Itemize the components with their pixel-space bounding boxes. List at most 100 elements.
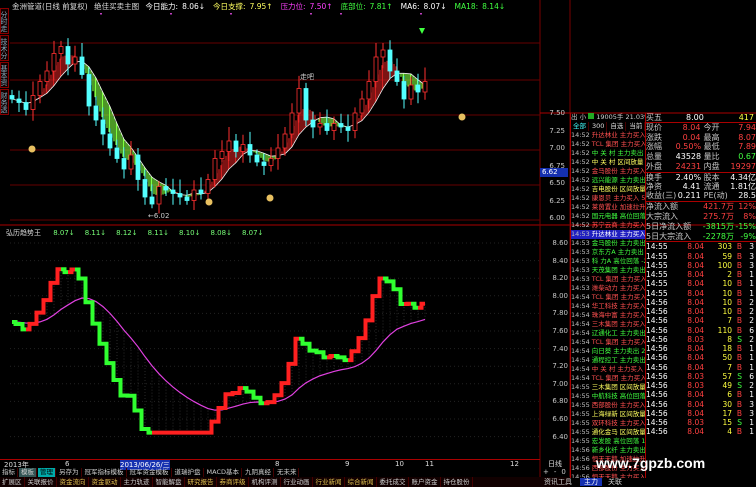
left-tab[interactable]: 财务透视	[0, 89, 9, 115]
alert-tab[interactable]: 当前	[627, 122, 645, 131]
indicator-tab[interactable]: 冠军资金模板	[128, 468, 172, 477]
alert-row[interactable]: 14:53TCL 集团主力买入2.40/	[571, 275, 645, 284]
alert-row[interactable]: 14:55宏发股高位回落1.67	[571, 437, 645, 446]
candle-body	[324, 123, 330, 131]
bottom-tab[interactable]: 行业新闻	[314, 477, 345, 487]
alert-row[interactable]: 14:54TCL 集团主力买入2.40/	[571, 338, 645, 347]
alert-row[interactable]: 14:53天茂集团主力卖出6.18/	[571, 266, 645, 275]
alert-row[interactable]: 14:54通程控工主力卖出4.60/	[571, 356, 645, 365]
alert-row[interactable]: 14:54华工科技主力买入5.17/	[571, 302, 645, 311]
trend-step-segment	[355, 336, 362, 354]
alert-row[interactable]: 14:52康恩贝主力买入5.53/	[571, 194, 645, 203]
alert-row[interactable]: 14:55双环科技主力买入4.44/	[571, 419, 645, 428]
indicator-tab[interactable]: 道瑞护盘	[173, 468, 204, 477]
flow-label: 5日净流入额	[646, 221, 692, 231]
alert-row[interactable]: 14:55上海绿新区间放量6.270	[571, 410, 645, 419]
bottom-tab[interactable]: 关联报价	[26, 477, 57, 487]
alert-row[interactable]: 14:52中 关 村主力卖出6.32/	[571, 149, 645, 158]
bottom-tab[interactable]: 资金流向	[58, 477, 89, 487]
bottom-tab[interactable]: 智能解盘	[154, 477, 185, 487]
trend-step-segment	[369, 294, 376, 323]
alert-row[interactable]: 14:52中 关 村区间放量1.833	[571, 158, 645, 167]
candle-body	[121, 158, 127, 170]
alert-row[interactable]: 14:53潍柴动力主力买入6.32/	[571, 284, 645, 293]
bottom-tab[interactable]: 机构评测	[250, 477, 281, 487]
zoom-button[interactable]: +	[543, 468, 549, 476]
bottom-right-tab[interactable]: 主力	[580, 478, 602, 486]
alert-tab[interactable]: 全部	[571, 122, 589, 131]
indicator-tab[interactable]: 冠军指标模板	[83, 468, 127, 477]
zoom-button[interactable]: -	[554, 468, 557, 476]
bottom-tab[interactable]: 券商评级	[218, 477, 249, 487]
flow-label: 大宗流入	[646, 211, 678, 221]
alert-row[interactable]: 14:53科 力A高位回落-2.55	[571, 257, 645, 266]
bottom-right-tab[interactable]: 资讯工具	[544, 478, 572, 486]
alert-row[interactable]: 14:54三木集团主力买入2.40/	[571, 320, 645, 329]
alert-row[interactable]: 14:55通化金马区间放量6.060	[571, 428, 645, 437]
alert-row[interactable]: 14:54中 关 村主力买入6.40/	[571, 365, 645, 374]
bottom-tab[interactable]: 主力轨迹	[122, 477, 153, 487]
zoom-button[interactable]: 0	[561, 468, 565, 476]
alert-row[interactable]: 14:54TCL 集团主力买入2.40/	[571, 374, 645, 383]
alert-tab[interactable]: 300	[590, 122, 608, 131]
tick-volume: 7	[727, 362, 732, 372]
text-annotation: 走吧	[300, 73, 314, 81]
bottom-right-tab[interactable]: 关联	[608, 478, 622, 486]
alert-type: 主力买入	[619, 311, 645, 319]
left-tab[interactable]: 技术分析	[0, 35, 9, 61]
alert-stock: 苏宁云商	[591, 221, 618, 229]
alert-row[interactable]: 14:55三木集团区间放量10.63	[571, 383, 645, 392]
quote-row: 收益(三) 0.211 PE(动) 28.5	[646, 191, 756, 201]
alert-row[interactable]: 14:52国元电器高位回落-2.09	[571, 212, 645, 221]
left-tab[interactable]: 基本资料	[0, 62, 9, 88]
alert-row[interactable]: 14:54辽通化工主力卖出3.64/	[571, 329, 645, 338]
alert-row[interactable]: 14:52金马股份主力买入6.65/	[571, 167, 645, 176]
indicator-tab[interactable]: 九阴真经	[243, 468, 274, 477]
bottom-tab[interactable]: 持仓股份	[442, 477, 473, 487]
alert-type: 高位回落	[613, 437, 640, 445]
alert-row[interactable]: 14:52莱茵置业加速拉升2.40/	[571, 203, 645, 212]
alert-tab[interactable]: 自选	[608, 122, 627, 131]
alert-row[interactable]: 14:54TCL 集团主力买入2.40/	[571, 293, 645, 302]
alert-row[interactable]: 14:53金马股份主力卖出4.87/	[571, 239, 645, 248]
indicator-tab[interactable]: 管理	[38, 468, 56, 477]
indicator-tab[interactable]: 另存为	[57, 468, 82, 477]
indicator-tab[interactable]: 指标	[0, 468, 18, 477]
alert-row[interactable]: 14:52远兴能源主力卖出2.80/	[571, 176, 645, 185]
alert-row[interactable]: 14:53升达林业主力买入6.90/	[571, 230, 645, 239]
bottom-tab[interactable]: 资金驱动	[90, 477, 121, 487]
alert-row[interactable]: 14:55西部股份主力买入7.36/	[571, 401, 645, 410]
bottom-tab[interactable]: 账户资金	[410, 477, 441, 487]
money-bag-icon	[266, 194, 274, 202]
tick-time: 14:55	[646, 260, 668, 270]
bottom-tab[interactable]: 扩展区	[0, 477, 25, 487]
header-item: 今日支撑: 7.95↑	[213, 2, 277, 11]
alert-row[interactable]: 14:52升达林业主力买入6.90/	[571, 131, 645, 140]
indicator-tab[interactable]: 无未来	[275, 468, 300, 477]
candle-body	[317, 123, 323, 128]
money-bag-icon	[28, 145, 36, 153]
left-tab[interactable]: 分时走势	[0, 8, 9, 34]
indicator-tab[interactable]: MACD基本	[205, 468, 242, 477]
trend-step-segment	[61, 267, 68, 275]
bottom-tab[interactable]: 综合新闻	[346, 477, 377, 487]
alert-row[interactable]: 14:52苏宁云商主力买入6.88/	[571, 221, 645, 230]
indicator-tab[interactable]: 模板	[19, 468, 37, 477]
bottom-tab[interactable]: 委托成交	[378, 477, 409, 487]
alert-time: 14:54	[571, 374, 590, 382]
bottom-tab[interactable]: 行业动画	[282, 477, 313, 487]
candle-body	[212, 158, 218, 180]
bottom-tab[interactable]: 研究报告	[186, 477, 217, 487]
alert-row[interactable]: 14:54向日葵主力卖出2.40/	[571, 347, 645, 356]
alert-row[interactable]: 14:53京东方A主力卖出2.14/	[571, 248, 645, 257]
signal-dot	[100, 13, 102, 15]
alert-row[interactable]: 14:56新乡化纤主力卖出2.95/	[571, 446, 645, 455]
alert-row[interactable]: 14:52TCL 集团主力买入2.40/	[571, 140, 645, 149]
alert-row[interactable]: 14:52吉电股份区间放量6.652	[571, 185, 645, 194]
tick-side: B	[736, 353, 742, 363]
tick-time: 14:55	[646, 242, 668, 252]
alert-row[interactable]: 14:54珠海中富主力买入5.53/	[571, 311, 645, 320]
alert-row[interactable]: 14:55中航科技高位回落1.554	[571, 392, 645, 401]
market-alert-list[interactable]: 出 小 19005手 21.03% 全部300自选当前设置滚出盘 14:52升达…	[570, 113, 645, 478]
candle-body	[79, 56, 85, 75]
